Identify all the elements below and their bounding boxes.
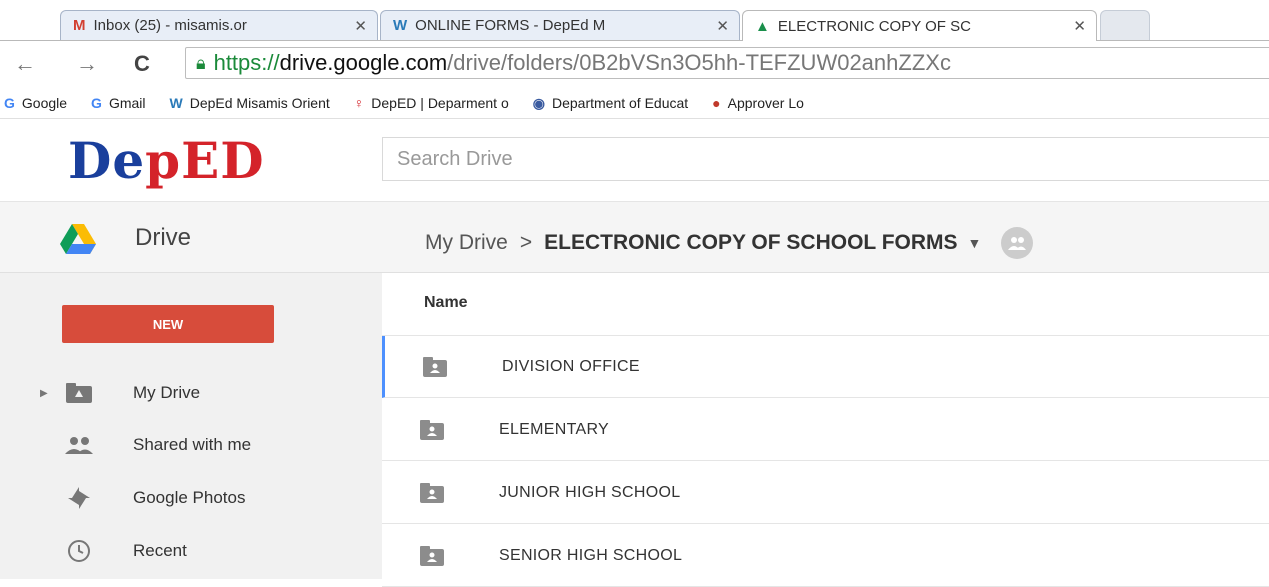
sidebar-item-my-drive[interactable]: ▶ My Drive (0, 373, 382, 413)
bookmark-deped-department[interactable]: ♀ DepED | Deparment o (354, 95, 509, 111)
bookmark-label: Department of Educat (551, 95, 689, 111)
tab-title: ELECTRONIC COPY OF SC (777, 17, 971, 35)
close-icon[interactable]: ✕ (716, 17, 729, 35)
url-input[interactable]: 🔒︎ https://drive.google.com/drive/folder… (185, 47, 1269, 79)
bookmark-gmail[interactable]: G Gmail (91, 95, 145, 111)
close-icon[interactable]: ✕ (354, 17, 367, 35)
breadcrumb-my-drive[interactable]: My Drive (425, 231, 508, 255)
google-icon: G (4, 95, 15, 111)
bookmark-google[interactable]: G Google (4, 95, 67, 111)
bookmark-label: DepEd Misamis Orient (189, 95, 330, 111)
sidebar-item-photos[interactable]: Google Photos (0, 478, 382, 518)
shared-folder-icon (420, 420, 444, 445)
bookmark-deped-misamis[interactable]: W DepEd Misamis Orient (170, 95, 330, 111)
back-icon[interactable]: ← (14, 51, 36, 77)
new-button[interactable]: NEW (62, 305, 274, 343)
new-tab-button[interactable] (1100, 10, 1150, 40)
bookmark-approver[interactable]: ● Approver Lo (712, 95, 804, 111)
shared-folder-icon (420, 546, 444, 571)
bookmarks-bar: G Google G Gmail W DepEd Misamis Orient … (0, 88, 1269, 119)
search-input[interactable]: Search Drive (382, 137, 1269, 181)
sidebar-item-label: Recent (133, 541, 187, 560)
lock-icon: 🔒︎ (196, 52, 206, 73)
folder-name: SENIOR HIGH SCHOOL (499, 547, 683, 564)
forward-icon[interactable]: → (76, 51, 98, 77)
folder-row[interactable]: SENIOR HIGH SCHOOL (382, 525, 1269, 587)
bookmark-label: Google (21, 95, 68, 111)
photos-pinwheel-icon (62, 485, 96, 511)
url-domain: drive.google.com (279, 50, 448, 75)
approver-icon: ● (712, 95, 721, 111)
sidebar: NEW ▶ My Drive Shared with me Google Pho… (0, 273, 382, 579)
deped-logo[interactable]: DepED (68, 131, 265, 190)
folder-row[interactable]: ELEMENTARY (382, 399, 1269, 461)
folder-row[interactable]: JUNIOR HIGH SCHOOL (382, 462, 1269, 524)
breadcrumb-separator: > (519, 231, 533, 254)
column-header: Name (382, 273, 1269, 336)
folder-name: ELEMENTARY (499, 421, 609, 438)
shared-folder-icon (423, 357, 447, 382)
tab-inbox[interactable]: M Inbox (25) - misamis.or ✕ (60, 10, 378, 40)
folder-row[interactable]: DIVISION OFFICE (382, 336, 1269, 398)
sidebar-item-recent[interactable]: Recent (0, 531, 382, 571)
tab-title: ONLINE FORMS - DepEd M (415, 17, 606, 34)
drive-title[interactable]: Drive (135, 224, 191, 252)
column-header-name[interactable]: Name (424, 294, 468, 312)
address-bar-row: ← → C 🔒︎ https://drive.google.com/drive/… (0, 41, 1269, 86)
sidebar-item-label: My Drive (133, 383, 201, 402)
url-path: /drive/folders/0B2bVSn3O5hh-TEFZUW02anhZ… (447, 50, 951, 75)
tab-strip: M Inbox (25) - misamis.or ✕ W ONLINE FOR… (0, 0, 1269, 41)
sidebar-item-label: Google Photos (133, 488, 246, 507)
folder-name: DIVISION OFFICE (502, 358, 640, 375)
tab-electronic-copy[interactable]: ▲ ELECTRONIC COPY OF SC ✕ (742, 10, 1097, 41)
shared-folder-icon (420, 483, 444, 508)
tab-online-forms[interactable]: W ONLINE FORMS - DepEd M ✕ (380, 10, 740, 40)
chevron-down-icon[interactable]: ▼ (968, 235, 982, 251)
drive-header: DepED Search Drive (0, 119, 1269, 202)
expand-arrow-icon[interactable]: ▶ (40, 388, 48, 399)
weebly-icon: W (169, 95, 183, 111)
file-list: Name DIVISION OFFICE ELEMENTARY JUNIOR H… (382, 273, 1269, 587)
sidebar-item-shared[interactable]: Shared with me (0, 425, 382, 465)
drive-icon: ▲ (755, 17, 770, 35)
breadcrumb: My Drive > ELECTRONIC COPY OF SCHOOL FOR… (425, 227, 1034, 259)
close-icon[interactable]: ✕ (1073, 17, 1086, 35)
bookmark-label: Approver Lo (727, 95, 804, 111)
shared-people-icon (62, 436, 96, 454)
shared-people-icon[interactable] (1001, 227, 1034, 259)
sidebar-item-label: Shared with me (133, 435, 252, 454)
url-scheme: https:// (213, 50, 280, 75)
bookmark-label: DepED | Deparment o (371, 95, 509, 111)
folder-name: JUNIOR HIGH SCHOOL (499, 484, 681, 501)
gmail-icon: M (73, 17, 86, 34)
breadcrumb-current-folder[interactable]: ELECTRONIC COPY OF SCHOOL FORMS (544, 231, 957, 255)
weebly-icon: W (393, 17, 408, 34)
seal-icon: ◉ (532, 94, 545, 111)
google-icon: G (91, 95, 102, 111)
bookmark-department-education[interactable]: ◉ Department of Educat (533, 95, 688, 112)
bookmark-label: Gmail (108, 95, 146, 111)
drive-logo-icon (60, 224, 96, 259)
drive-subheader: Drive My Drive > ELECTRONIC COPY OF SCHO… (0, 202, 1269, 273)
my-drive-icon (62, 383, 96, 403)
tab-title: Inbox (25) - misamis.or (93, 17, 247, 34)
clock-icon (62, 539, 96, 563)
reload-icon[interactable]: C (134, 51, 150, 77)
torch-icon: ♀ (353, 95, 365, 111)
